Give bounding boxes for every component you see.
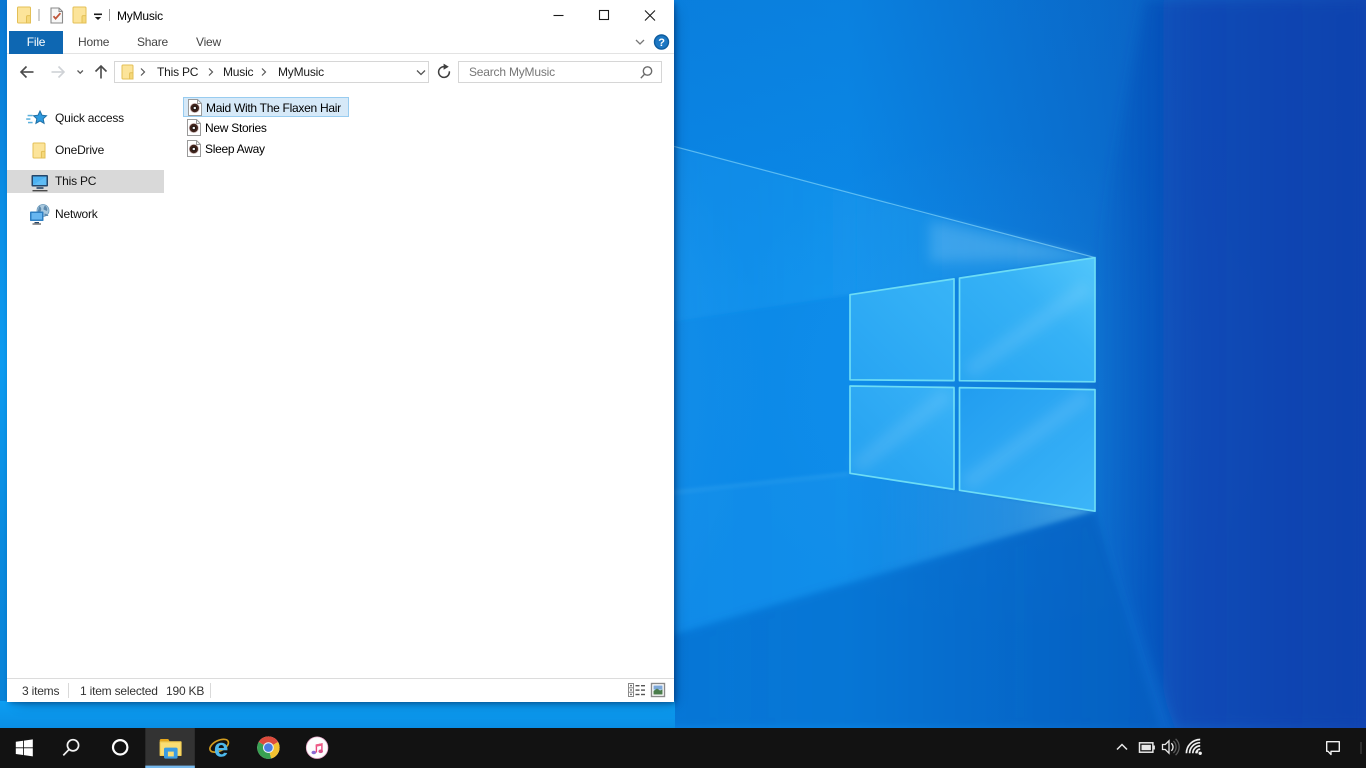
- svg-text:?: ?: [658, 37, 665, 49]
- svg-text:e: e: [214, 732, 228, 762]
